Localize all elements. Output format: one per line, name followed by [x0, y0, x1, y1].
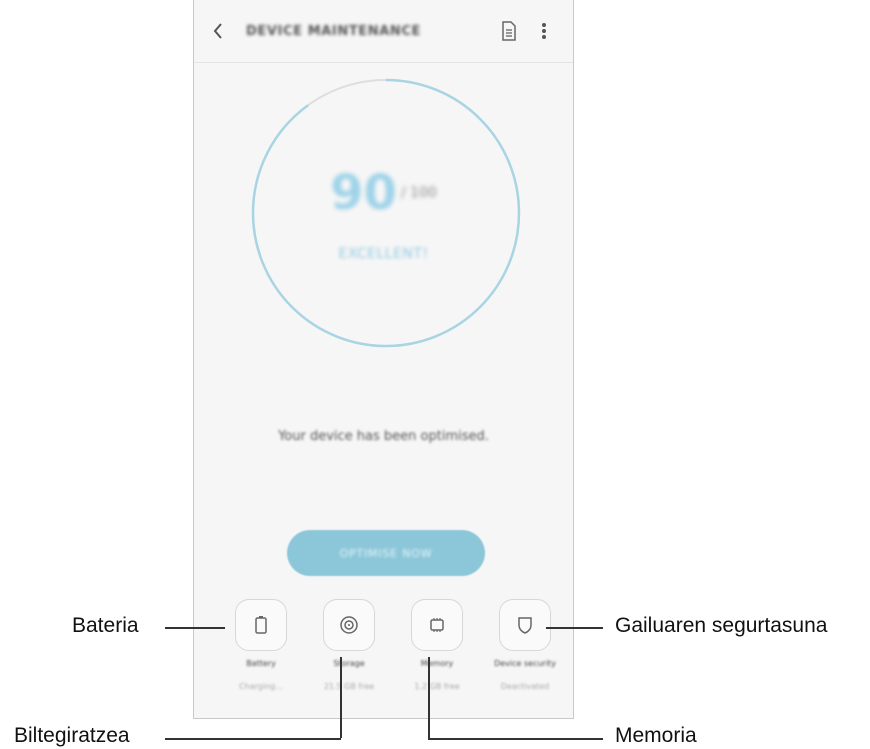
- battery-icon: [255, 616, 267, 634]
- callout-security: Gailuaren segurtasuna: [615, 614, 828, 637]
- tile-label: Battery: [246, 659, 276, 668]
- tile-label: Device security: [494, 659, 556, 668]
- callout-line-battery: [165, 627, 225, 629]
- document-icon[interactable]: [501, 21, 517, 41]
- tile-label: Storage: [333, 659, 365, 668]
- back-arrow-icon[interactable]: [212, 22, 230, 40]
- app-bar: DEVICE MAINTENANCE: [194, 0, 573, 63]
- callout-line-memory-h: [428, 738, 603, 740]
- storage-button[interactable]: [323, 599, 375, 651]
- callout-storage: Biltegiratzea: [14, 724, 130, 747]
- tile-memory[interactable]: Memory 1.2 GB free: [397, 599, 477, 709]
- tile-status: 21.5 GB free: [323, 682, 375, 691]
- battery-button[interactable]: [235, 599, 287, 651]
- tile-storage[interactable]: Storage 21.5 GB free: [309, 599, 389, 709]
- page-title: DEVICE MAINTENANCE: [246, 24, 422, 39]
- score-status: EXCELLENT!: [338, 246, 429, 262]
- shield-icon: [518, 617, 532, 634]
- callout-line-security: [546, 627, 603, 629]
- optimised-message: Your device has been optimised.: [278, 429, 489, 444]
- score-max: / 100: [400, 185, 437, 201]
- callout-battery: Bateria: [72, 614, 139, 637]
- score-display: 90/ 100: [194, 165, 573, 221]
- callout-line-memory-v: [428, 657, 430, 738]
- optimise-now-label: OPTIMISE NOW: [339, 546, 433, 560]
- tile-status: Charging...: [239, 682, 283, 691]
- tile-battery[interactable]: Battery Charging...: [221, 599, 301, 709]
- tile-status: 1.2 GB free: [414, 682, 460, 691]
- tile-label: Memory: [420, 659, 454, 668]
- score-value: 90: [330, 165, 397, 221]
- more-vert-icon[interactable]: [540, 20, 548, 42]
- tile-status: Deactivated: [500, 682, 550, 691]
- callout-line-storage-h: [165, 738, 341, 740]
- device-security-button[interactable]: [499, 599, 551, 651]
- device-maintenance-screen: DEVICE MAINTENANCE 90/ 100 EXCELLENT! Yo…: [193, 0, 574, 719]
- storage-icon: [340, 616, 358, 634]
- tile-device-security[interactable]: Device security Deactivated: [485, 599, 565, 709]
- memory-chip-icon: [430, 618, 444, 632]
- callout-line-storage-v: [340, 657, 342, 738]
- memory-button[interactable]: [411, 599, 463, 651]
- optimise-now-button[interactable]: OPTIMISE NOW: [287, 530, 485, 576]
- callout-memory: Memoria: [615, 724, 697, 747]
